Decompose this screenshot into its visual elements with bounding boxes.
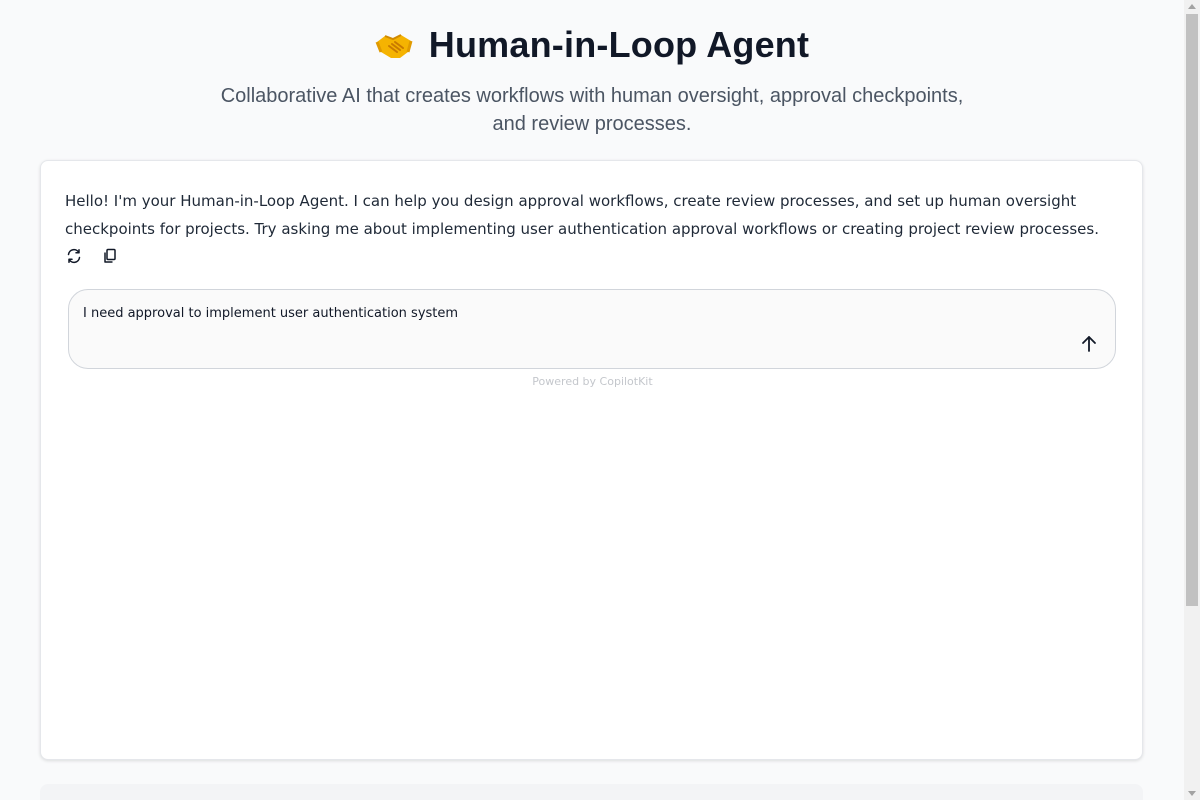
chat-input-box [68,289,1116,369]
page: Human-in-Loop Agent Collaborative AI tha… [0,0,1184,800]
message-actions [65,247,119,265]
arrow-up-icon [1082,336,1096,352]
scroll-down-icon[interactable] [1188,791,1196,796]
page-title: Human-in-Loop Agent [428,24,810,65]
scrollbar[interactable] [1184,0,1200,800]
header: Human-in-Loop Agent Collaborative AI tha… [0,0,1184,138]
scroll-thumb[interactable] [1186,14,1198,606]
copy-icon[interactable] [101,247,119,265]
scroll-up-icon[interactable] [1188,4,1196,9]
chat-input[interactable] [83,306,1043,321]
assistant-message: Hello! I'm your Human-in-Loop Agent. I c… [65,192,1099,238]
powered-by: Powered by CopilotKit [532,375,653,388]
title-row: Human-in-Loop Agent [0,22,1184,68]
page-subtitle: Collaborative AI that creates workflows … [220,85,964,135]
chat-panel: Hello! I'm your Human-in-Loop Agent. I c… [40,160,1143,760]
next-panel [40,784,1143,800]
handshake-icon [375,26,413,64]
regenerate-icon[interactable] [65,247,83,265]
send-button[interactable] [1077,332,1101,356]
